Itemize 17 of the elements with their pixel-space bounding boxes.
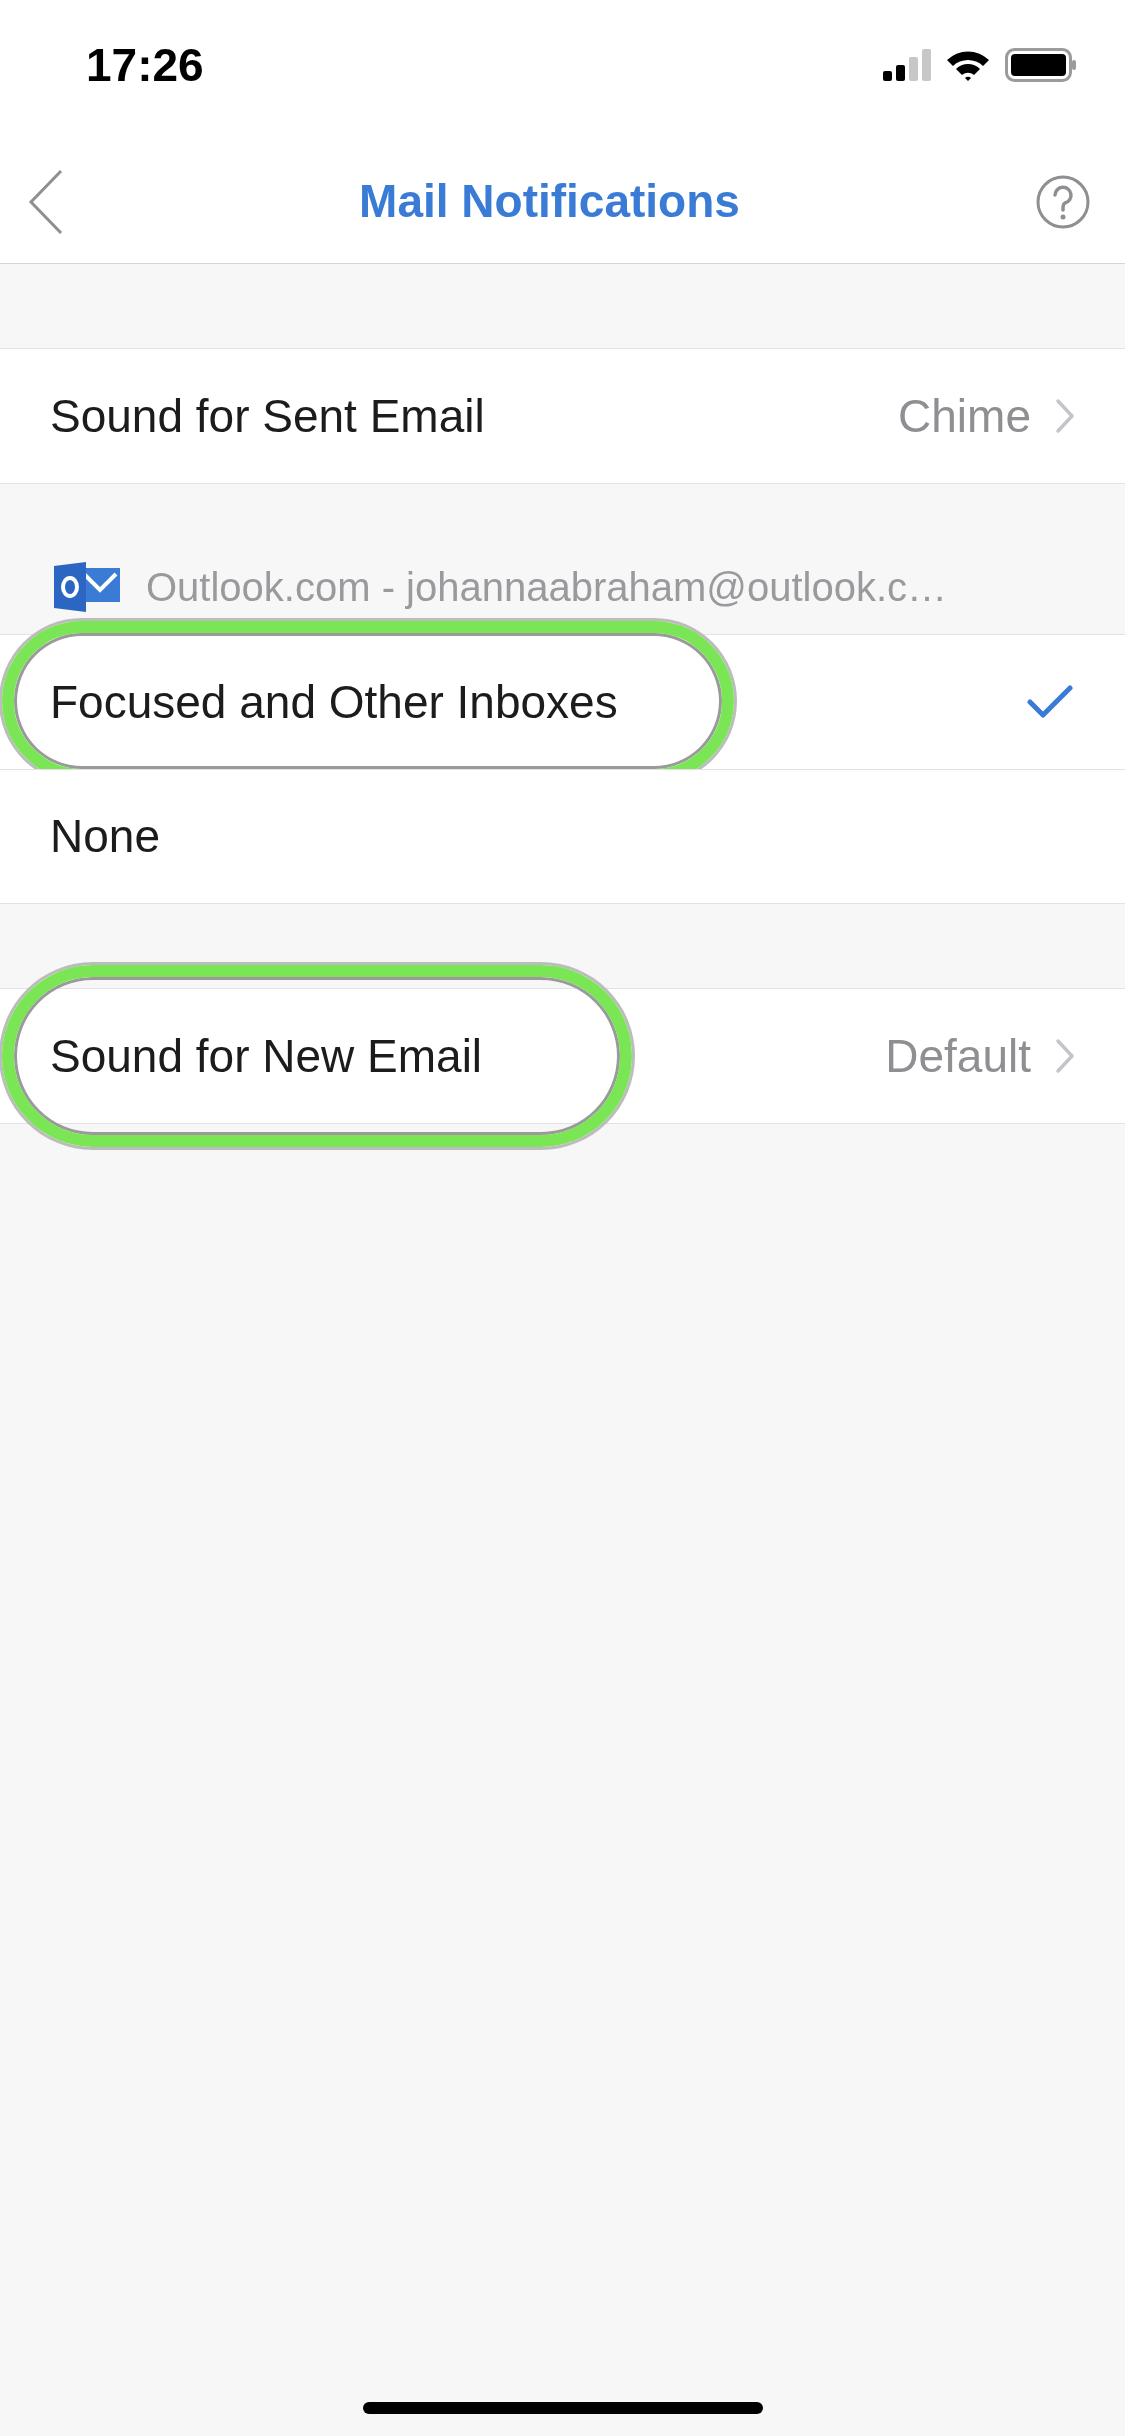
row-label: None <box>50 809 160 864</box>
screen-title: Mail Notifications <box>359 174 740 229</box>
signal-icon <box>883 49 931 81</box>
row-value: Chime <box>898 388 1031 444</box>
help-icon[interactable] <box>1035 173 1091 230</box>
account-header: Outlook.com - johannaabraham@outlook.c… <box>146 563 947 611</box>
wifi-icon <box>945 48 991 82</box>
status-time: 17:26 <box>86 37 204 93</box>
row-label: Sound for Sent Email <box>50 388 485 444</box>
back-icon[interactable] <box>28 168 64 235</box>
battery-icon <box>1005 48 1077 82</box>
row-label: Focused and Other Inboxes <box>50 674 618 730</box>
row-value: Default <box>885 1028 1031 1084</box>
row-label: Sound for New Email <box>50 1028 483 1084</box>
chevron-right-icon <box>1055 1038 1075 1074</box>
outlook-logo-icon <box>54 561 122 612</box>
chevron-right-icon <box>1055 398 1075 434</box>
